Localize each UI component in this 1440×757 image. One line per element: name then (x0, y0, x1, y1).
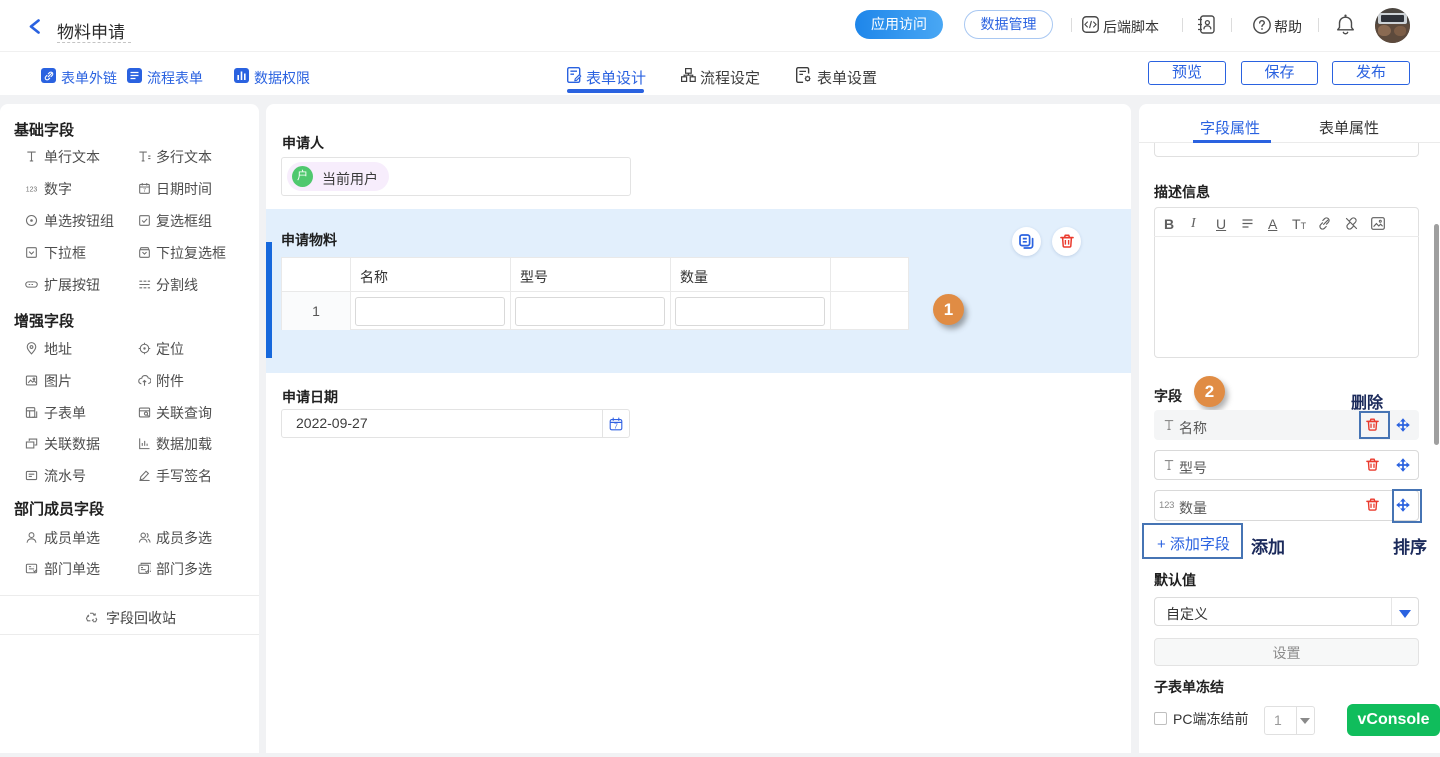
svg-text:123: 123 (26, 186, 38, 193)
svg-text:7: 7 (614, 423, 618, 430)
svg-text:7: 7 (143, 188, 146, 194)
